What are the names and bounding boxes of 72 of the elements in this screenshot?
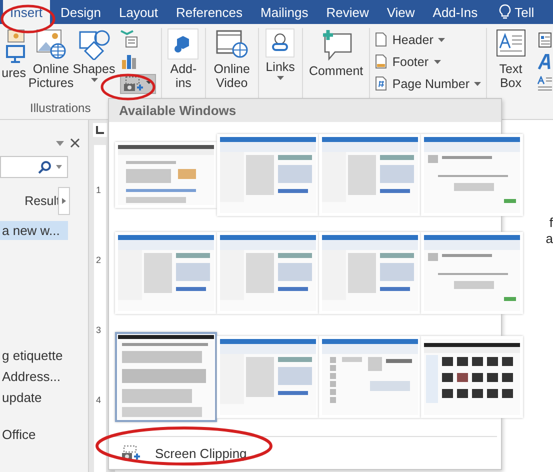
page-icon <box>375 54 388 69</box>
search-result[interactable]: g etiquette <box>0 346 68 365</box>
chart-icon <box>120 52 138 70</box>
search-result[interactable]: update <box>0 388 68 407</box>
document-text: a <box>546 231 553 246</box>
window-thumbnail[interactable] <box>319 232 421 314</box>
window-thumbnail[interactable] <box>319 134 421 216</box>
caret-icon <box>56 140 64 146</box>
caret-icon <box>56 165 62 169</box>
ribbon-tab[interactable]: View <box>380 0 422 24</box>
smartart-icon <box>120 30 138 48</box>
ribbon-tab[interactable]: Mailings <box>254 0 316 24</box>
shapes-icon <box>78 28 110 60</box>
footer-button[interactable]: Footer <box>373 52 484 71</box>
caret-icon <box>438 38 446 42</box>
lightbulb-icon <box>498 4 511 20</box>
wordart-icon <box>537 54 553 70</box>
pictures-button[interactable]: ures <box>0 24 28 100</box>
tell-me-label[interactable]: Tell <box>514 4 534 20</box>
results-arrow-button[interactable] <box>58 187 70 215</box>
film-globe-icon <box>214 28 249 60</box>
shapes-button[interactable]: Shapes <box>74 24 114 100</box>
picture-globe-icon <box>35 28 67 60</box>
ribbon-tab[interactable]: Add-Ins <box>426 0 485 24</box>
ribbon-tab[interactable]: Layout <box>112 0 166 24</box>
comment-button[interactable]: Comment <box>306 24 366 100</box>
window-thumbnail[interactable] <box>217 232 319 314</box>
close-icon <box>70 138 80 148</box>
links-button[interactable]: Links <box>262 24 299 100</box>
window-thumbnail[interactable] <box>421 232 523 314</box>
caret-icon <box>276 76 284 80</box>
caret-icon <box>474 82 482 86</box>
menu-heading: Available Windows <box>109 99 501 122</box>
triangle-icon <box>62 198 66 204</box>
ruler-number: 3 <box>96 325 102 335</box>
search-icon <box>38 160 52 174</box>
ribbon-tab[interactable]: Review <box>319 0 376 24</box>
page-icon <box>375 32 388 47</box>
camera-icon <box>123 76 153 92</box>
annotation-ellipse <box>0 4 56 34</box>
text-box-button[interactable]: Text Box <box>490 24 531 100</box>
window-thumbnail[interactable] <box>217 134 319 216</box>
group-label: Illustrations <box>30 101 91 115</box>
caret-icon <box>90 78 98 82</box>
ruler-number: 1 <box>96 185 102 195</box>
ribbon-tab[interactable]: Design <box>54 0 108 24</box>
window-thumbnail[interactable] <box>217 336 319 418</box>
search-result[interactable]: Office <box>0 425 68 444</box>
monitor-icon <box>6 28 26 64</box>
ruler-number: 4 <box>96 395 102 405</box>
header-button[interactable]: Header <box>373 30 484 49</box>
window-thumbnail[interactable] <box>115 232 217 314</box>
window-thumbnail[interactable] <box>115 332 217 422</box>
screen-clipping-icon <box>121 445 141 461</box>
ruler-number: 2 <box>96 255 102 265</box>
tab-selector[interactable] <box>93 123 107 137</box>
search-field[interactable] <box>0 156 68 178</box>
window-thumbnail[interactable] <box>319 336 421 418</box>
search-result[interactable]: Address... <box>0 367 68 386</box>
drop-cap-icon <box>537 76 553 92</box>
ribbon-tab[interactable]: References <box>169 0 250 24</box>
page-number-icon <box>375 76 388 91</box>
page-number-button[interactable]: Page Number <box>373 74 484 93</box>
caret-icon <box>434 60 440 64</box>
window-thumbnail[interactable] <box>421 134 523 216</box>
online-pictures-button[interactable]: Online Pictures <box>28 24 74 100</box>
window-thumbnail[interactable] <box>421 336 523 418</box>
window-thumbnail[interactable] <box>115 142 217 208</box>
cubes-icon <box>167 28 200 60</box>
document-text: f <box>549 215 553 230</box>
add-ins-button[interactable]: Add-ins <box>165 24 202 100</box>
search-result[interactable]: a new w... <box>0 221 68 240</box>
